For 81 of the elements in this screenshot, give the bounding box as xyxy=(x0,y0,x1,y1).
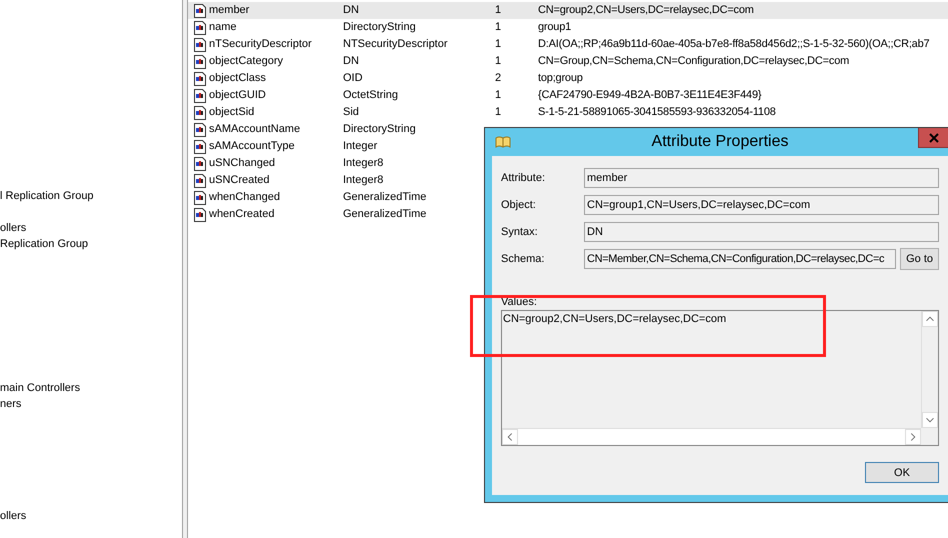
field-label: Attribute: xyxy=(501,172,546,184)
attribute-icon xyxy=(194,156,206,170)
attribute-value: {CAF24790-E949-4B2A-B0B7-3E11E4E3F449} xyxy=(538,88,762,103)
readonly-field[interactable]: DN xyxy=(584,222,939,242)
attribute-name: uSNCreated xyxy=(209,173,271,188)
dialog-title: Attribute Properties xyxy=(650,133,790,151)
attribute-syntax: OID xyxy=(343,71,364,86)
tree-item[interactable]: ollers xyxy=(0,220,26,236)
attribute-value: group1 xyxy=(538,20,572,35)
attribute-syntax: Integer8 xyxy=(343,156,384,171)
attribute-name: whenCreated xyxy=(209,207,276,222)
attribute-syntax: OctetString xyxy=(343,88,400,103)
attribute-name: sAMAccountName xyxy=(209,122,302,137)
attribute-name: objectSid xyxy=(209,105,256,120)
attribute-value: D:AI(OA;;RP;46a9b11d-60ae-405a-b7e8-ff8a58d456d2;;S-1-5-32-560)(OA;;CR;ab7 xyxy=(538,37,930,52)
value-item[interactable]: CN=group2,CN=Users,DC=relaysec,DC=com xyxy=(502,311,921,327)
attribute-icon xyxy=(194,106,206,120)
attribute-name: uSNChanged xyxy=(209,156,276,171)
attribute-icon xyxy=(194,72,206,86)
attribute-syntax: DirectoryString xyxy=(343,122,417,137)
scroll-left-icon[interactable] xyxy=(502,429,518,445)
attribute-value: top;group xyxy=(538,71,583,86)
attribute-syntax: GeneralizedTime xyxy=(343,207,428,222)
attribute-value: CN=Group,CN=Schema,CN=Configuration,DC=relaysec,DC=com xyxy=(538,54,850,69)
attribute-name: objectClass xyxy=(209,71,267,86)
attribute-name: nTSecurityDescriptor xyxy=(209,37,313,52)
attribute-icon xyxy=(194,20,206,34)
attribute-icon xyxy=(194,4,206,18)
scroll-up-icon[interactable] xyxy=(922,311,938,327)
tree-item[interactable]: main Controllers xyxy=(0,380,80,396)
attribute-name: sAMAccountType xyxy=(209,139,296,154)
ok-button[interactable]: OK xyxy=(865,462,939,483)
value-count: 2 xyxy=(495,71,502,86)
book-icon xyxy=(495,136,511,148)
attribute-icon xyxy=(194,140,206,154)
attribute-name: objectCategory xyxy=(209,54,284,69)
attribute-syntax: NTSecurityDescriptor xyxy=(343,37,449,52)
tree-item[interactable]: l Replication Group xyxy=(0,188,94,204)
attribute-icon xyxy=(194,190,206,204)
attribute-icon xyxy=(194,208,206,222)
value-count: 1 xyxy=(495,105,502,120)
close-icon xyxy=(928,132,938,142)
readonly-field[interactable]: CN=group1,CN=Users,DC=relaysec,DC=com xyxy=(584,195,939,215)
field-label: Schema: xyxy=(501,253,546,265)
attribute-value: S-1-5-21-58891065-3041585593-936332054-1108 xyxy=(538,105,776,120)
value-count: 1 xyxy=(495,54,502,69)
attribute-name: objectGUID xyxy=(209,88,267,103)
attribute-value: CN=group2,CN=Users,DC=relaysec,DC=com xyxy=(538,3,754,18)
field-label: Syntax: xyxy=(501,226,539,238)
value-count: 1 xyxy=(495,37,502,52)
attribute-icon xyxy=(194,122,206,136)
go-to-button[interactable]: Go to xyxy=(900,248,939,270)
value-count: 1 xyxy=(495,88,502,103)
attribute-syntax: Integer xyxy=(343,139,378,154)
values-list[interactable]: CN=group2,CN=Users,DC=relaysec,DC=com xyxy=(501,310,939,446)
value-count: 1 xyxy=(495,3,502,18)
attribute-syntax: GeneralizedTime xyxy=(343,190,428,205)
value-count: 1 xyxy=(495,20,502,35)
readonly-field[interactable]: CN=Member,CN=Schema,CN=Configuration,DC=relaysec,DC=c xyxy=(584,249,896,269)
attribute-icon xyxy=(194,174,206,188)
close-button[interactable] xyxy=(918,128,948,148)
attribute-syntax: DirectoryString xyxy=(343,20,417,35)
scroll-right-icon[interactable] xyxy=(905,429,921,445)
attribute-syntax: DN xyxy=(343,54,360,69)
tree-item[interactable]: ners xyxy=(0,396,22,412)
attribute-syntax: DN xyxy=(343,3,360,18)
field-label: Object: xyxy=(501,199,537,211)
tree-item[interactable]: Replication Group xyxy=(0,236,88,252)
attribute-icon xyxy=(194,88,206,102)
tree-item[interactable]: ollers xyxy=(0,508,26,524)
attribute-syntax: Integer8 xyxy=(343,173,384,188)
selected-attribute-row[interactable]: member DN 1 CN=group2,CN=Users,DC=relaysec,DC=com xyxy=(188,2,948,19)
attribute-syntax: Sid xyxy=(343,105,360,120)
attribute-icon xyxy=(194,38,206,52)
attribute-name: whenChanged xyxy=(209,190,281,205)
scroll-down-icon[interactable] xyxy=(922,412,938,428)
attribute-name: member xyxy=(209,3,250,18)
attribute-name: name xyxy=(209,20,238,35)
readonly-field[interactable]: member xyxy=(584,168,939,188)
attribute-icon xyxy=(194,54,206,68)
values-label: Values: xyxy=(501,296,537,310)
